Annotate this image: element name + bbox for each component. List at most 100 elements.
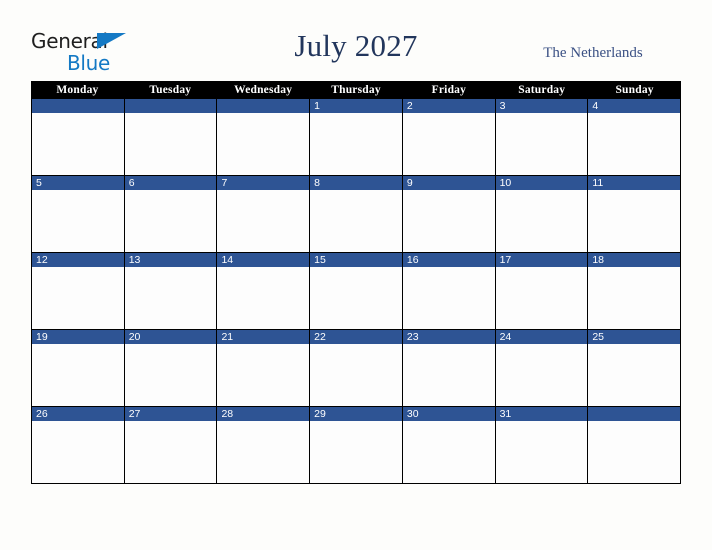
day-event-area[interactable] (124, 190, 217, 252)
day-event-area[interactable] (588, 344, 681, 406)
day-cell[interactable]: 6 (124, 176, 218, 252)
day-number: 26 (32, 407, 124, 421)
day-event-area[interactable] (217, 421, 310, 483)
day-cell[interactable]: 20 (124, 330, 218, 406)
day-cell[interactable]: 16 (402, 253, 496, 329)
day-number: 23 (402, 330, 495, 344)
day-cell[interactable]: 9 (402, 176, 496, 252)
weekday-header-wednesday: Wednesday (234, 84, 293, 96)
day-cell[interactable]: 31 (495, 407, 589, 483)
day-number: 17 (495, 253, 588, 267)
week-row: 26 27 28 29 30 31 (31, 407, 682, 484)
day-cell[interactable]: 24 (495, 330, 589, 406)
day-cell[interactable]: 2 (402, 99, 496, 175)
triangle-flag-icon (97, 33, 127, 50)
day-event-area[interactable] (402, 344, 495, 406)
day-event-area[interactable] (217, 267, 310, 329)
day-event-area[interactable] (310, 344, 402, 406)
day-number: 30 (402, 407, 495, 421)
day-number: 29 (310, 407, 402, 421)
day-cell[interactable]: 17 (495, 253, 589, 329)
day-event-area[interactable] (588, 113, 681, 175)
day-number (588, 407, 681, 421)
day-cell[interactable]: 11 (588, 176, 682, 252)
day-cell[interactable] (217, 99, 311, 175)
day-event-area[interactable] (217, 190, 310, 252)
day-event-area[interactable] (402, 190, 495, 252)
day-cell[interactable]: 27 (124, 407, 218, 483)
day-number: 21 (217, 330, 310, 344)
day-event-area[interactable] (32, 344, 124, 406)
day-event-area[interactable] (32, 113, 124, 175)
day-event-area[interactable] (310, 190, 402, 252)
day-cell[interactable]: 30 (402, 407, 496, 483)
day-event-area[interactable] (495, 113, 588, 175)
day-cell[interactable]: 21 (217, 330, 311, 406)
day-number: 2 (402, 99, 495, 113)
day-event-area[interactable] (402, 113, 495, 175)
day-number: 3 (495, 99, 588, 113)
day-number: 15 (310, 253, 402, 267)
day-cell[interactable]: 4 (588, 99, 682, 175)
day-event-area[interactable] (588, 267, 681, 329)
day-cell[interactable]: 3 (495, 99, 589, 175)
day-event-area[interactable] (124, 113, 217, 175)
day-event-area[interactable] (32, 267, 124, 329)
day-event-area[interactable] (124, 267, 217, 329)
day-cell[interactable]: 7 (217, 176, 311, 252)
day-event-area[interactable] (217, 344, 310, 406)
day-event-area[interactable] (310, 421, 402, 483)
day-cell[interactable]: 28 (217, 407, 311, 483)
day-cell[interactable]: 5 (32, 176, 125, 252)
day-event-area[interactable] (310, 267, 402, 329)
day-number (32, 99, 124, 113)
day-number: 25 (588, 330, 681, 344)
day-event-area[interactable] (124, 344, 217, 406)
week-row: 19 20 21 22 23 24 25 (31, 330, 682, 407)
week-row: 12 13 14 15 16 17 18 (31, 253, 682, 330)
day-cell[interactable]: 8 (310, 176, 403, 252)
day-cell[interactable]: 22 (310, 330, 403, 406)
day-cell[interactable]: 18 (588, 253, 682, 329)
day-event-area[interactable] (32, 421, 124, 483)
day-cell[interactable]: 29 (310, 407, 403, 483)
day-event-area[interactable] (495, 421, 588, 483)
day-cell[interactable]: 23 (402, 330, 496, 406)
day-cell[interactable] (124, 99, 218, 175)
weekday-header-saturday: Saturday (518, 84, 566, 96)
day-event-area[interactable] (495, 190, 588, 252)
day-event-area[interactable] (495, 267, 588, 329)
day-number: 7 (217, 176, 310, 190)
day-number: 1 (310, 99, 402, 113)
day-number: 14 (217, 253, 310, 267)
page-title: July 2027 (294, 28, 418, 63)
day-number: 28 (217, 407, 310, 421)
day-cell[interactable]: 12 (32, 253, 125, 329)
day-cell[interactable]: 26 (32, 407, 125, 483)
day-number: 10 (495, 176, 588, 190)
day-event-area[interactable] (588, 421, 681, 483)
day-cell[interactable]: 25 (588, 330, 682, 406)
day-cell[interactable]: 10 (495, 176, 589, 252)
day-event-area[interactable] (124, 421, 217, 483)
day-event-area[interactable] (402, 421, 495, 483)
day-cell[interactable] (32, 99, 125, 175)
brand-logo[interactable]: General Blue (31, 29, 231, 77)
day-cell[interactable]: 14 (217, 253, 311, 329)
day-number: 13 (124, 253, 217, 267)
day-event-area[interactable] (310, 113, 402, 175)
day-number: 12 (32, 253, 124, 267)
day-event-area[interactable] (495, 344, 588, 406)
day-cell[interactable]: 13 (124, 253, 218, 329)
day-number: 5 (32, 176, 124, 190)
day-number: 20 (124, 330, 217, 344)
day-number: 19 (32, 330, 124, 344)
day-event-area[interactable] (588, 190, 681, 252)
day-event-area[interactable] (217, 113, 310, 175)
day-cell[interactable] (588, 407, 682, 483)
day-cell[interactable]: 15 (310, 253, 403, 329)
day-event-area[interactable] (402, 267, 495, 329)
day-cell[interactable]: 19 (32, 330, 125, 406)
day-event-area[interactable] (32, 190, 124, 252)
day-cell[interactable]: 1 (310, 99, 403, 175)
